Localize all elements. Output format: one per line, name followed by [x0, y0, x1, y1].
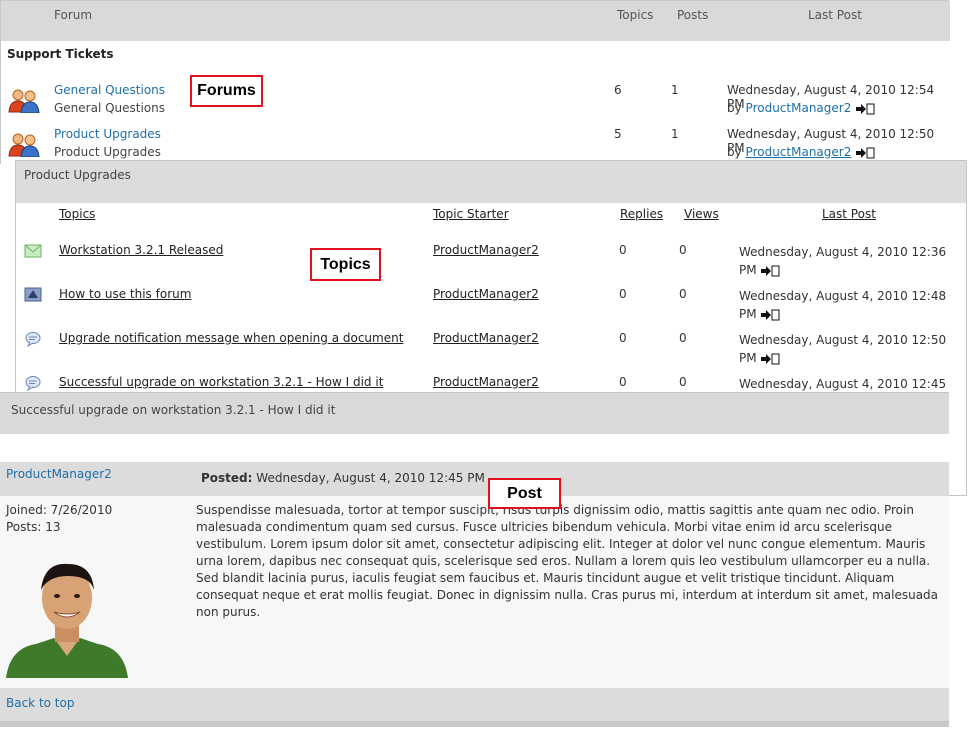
topic-last-post-time-suffix: PM	[739, 351, 757, 365]
forum-topic-count: 5	[614, 127, 622, 141]
forum-description: General Questions	[54, 101, 166, 115]
go-to-post-icon[interactable]	[855, 147, 875, 159]
post-panel-title: Successful upgrade on workstation 3.2.1 …	[11, 403, 336, 417]
topic-views: 0	[679, 243, 687, 257]
post-footer: Back to top	[0, 688, 949, 721]
forums-panel: Forum Topics Posts Last Post Support Tic…	[0, 0, 950, 164]
by-label: by	[727, 145, 742, 159]
last-post-user-link[interactable]: ProductManager2	[746, 101, 852, 115]
topic-last-post: Wednesday, August 4, 2010 12:48 PM	[739, 287, 946, 323]
speech-bubble-icon	[25, 376, 41, 391]
forum-link-general-questions[interactable]: General Questions	[54, 83, 165, 97]
topic-views: 0	[679, 287, 687, 301]
by-label: by	[727, 101, 742, 115]
topic-last-post-date: Wednesday, August 4, 2010 12:36	[739, 245, 947, 259]
topics-panel-title: Product Upgrades	[24, 168, 131, 182]
post-author-link[interactable]: ProductManager2	[6, 467, 112, 481]
topic-row: How to use this forum ProductManager2 0 …	[16, 287, 966, 331]
topic-last-post: Wednesday, August 4, 2010 12:36 PM	[739, 243, 946, 279]
last-post-user-link[interactable]: ProductManager2	[746, 145, 852, 159]
topic-last-post: Wednesday, August 4, 2010 12:45	[739, 375, 946, 393]
views-column-header[interactable]: Views	[684, 207, 719, 221]
post-author-bar: ProductManager2 Posted: Wednesday, Augus…	[0, 462, 949, 496]
posted-label: Posted:	[201, 471, 253, 485]
topic-replies: 0	[619, 375, 627, 389]
post-callout: Post	[488, 478, 561, 509]
topic-replies: 0	[619, 331, 627, 345]
go-to-post-icon[interactable]	[760, 265, 780, 277]
topic-link[interactable]: Workstation 3.2.1 Released	[59, 243, 223, 257]
author-info: Joined: 7/26/2010 Posts: 13	[6, 502, 112, 536]
speech-bubble-icon	[25, 332, 41, 347]
topic-last-post-time-suffix: PM	[739, 263, 757, 277]
mail-icon	[24, 244, 42, 258]
go-to-post-icon[interactable]	[855, 103, 875, 115]
topic-last-post-date: Wednesday, August 4, 2010 12:48	[739, 289, 947, 303]
topic-replies: 0	[619, 287, 627, 301]
post-panel-header: Successful upgrade on workstation 3.2.1 …	[0, 393, 949, 434]
topic-row: Workstation 3.2.1 Released ProductManage…	[16, 243, 966, 287]
topic-replies: 0	[619, 243, 627, 257]
topic-views: 0	[679, 331, 687, 345]
go-to-post-icon[interactable]	[760, 353, 780, 365]
topic-starter-column-header[interactable]: Topic Starter	[433, 207, 509, 221]
topics-panel-header: Product Upgrades	[16, 161, 966, 203]
topic-starter-link[interactable]: ProductManager2	[433, 331, 539, 345]
topics-column-header: Topics	[617, 8, 654, 22]
go-to-post-icon[interactable]	[760, 309, 780, 321]
forum-column-header: Forum	[54, 8, 93, 22]
topic-row: Upgrade notification message when openin…	[16, 331, 966, 375]
post-panel: Successful upgrade on workstation 3.2.1 …	[0, 392, 949, 728]
section-title: Support Tickets	[7, 47, 114, 61]
replies-column-header[interactable]: Replies	[620, 207, 663, 221]
topic-link[interactable]: Successful upgrade on workstation 3.2.1 …	[59, 375, 383, 389]
users-group-icon	[8, 133, 40, 157]
topics-column-header[interactable]: Topics	[59, 207, 95, 221]
post-text: Suspendisse malesuada, tortor at tempor …	[196, 503, 939, 619]
posts-column-header: Posts	[677, 8, 709, 22]
forum-last-post-by: by ProductManager2	[727, 145, 875, 159]
topics-callout: Topics	[310, 248, 381, 281]
topic-last-post-date: Wednesday, August 4, 2010 12:45	[739, 377, 947, 391]
forum-post-count: 1	[671, 127, 679, 141]
author-post-count: Posts: 13	[6, 520, 61, 534]
topic-views: 0	[679, 375, 687, 389]
posted-date-value: Wednesday, August 4, 2010 12:45 PM	[256, 471, 485, 485]
post-date: Posted: Wednesday, August 4, 2010 12:45 …	[201, 471, 485, 485]
forums-header: Forum Topics Posts Last Post	[1, 1, 950, 41]
topic-starter-link[interactable]: ProductManager2	[433, 243, 539, 257]
author-joined: Joined: 7/26/2010	[6, 503, 113, 517]
bottom-divider	[0, 721, 949, 727]
topic-last-post: Wednesday, August 4, 2010 12:50 PM	[739, 331, 946, 367]
forum-last-post-by: by ProductManager2	[727, 101, 875, 115]
announcement-icon	[24, 287, 42, 302]
post-body: Joined: 7/26/2010 Posts: 13 Suspendisse …	[0, 496, 949, 688]
last-post-column-header: Last Post	[808, 8, 862, 22]
topic-starter-link[interactable]: ProductManager2	[433, 287, 539, 301]
users-group-icon	[8, 89, 40, 113]
avatar	[6, 552, 128, 678]
back-to-top-link[interactable]: Back to top	[6, 696, 74, 710]
topic-last-post-date: Wednesday, August 4, 2010 12:50	[739, 333, 947, 347]
forum-description: Product Upgrades	[54, 145, 161, 159]
last-post-column-header[interactable]: Last Post	[822, 207, 876, 221]
forum-post-count: 1	[671, 83, 679, 97]
topic-link[interactable]: How to use this forum	[59, 287, 191, 301]
topic-link[interactable]: Upgrade notification message when openin…	[59, 331, 403, 345]
topic-starter-link[interactable]: ProductManager2	[433, 375, 539, 389]
forum-link-product-upgrades[interactable]: Product Upgrades	[54, 127, 161, 141]
forums-callout: Forums	[190, 75, 263, 107]
forum-row: General Questions General Questions 6 1 …	[1, 83, 950, 123]
topic-last-post-time-suffix: PM	[739, 307, 757, 321]
forum-topic-count: 6	[614, 83, 622, 97]
